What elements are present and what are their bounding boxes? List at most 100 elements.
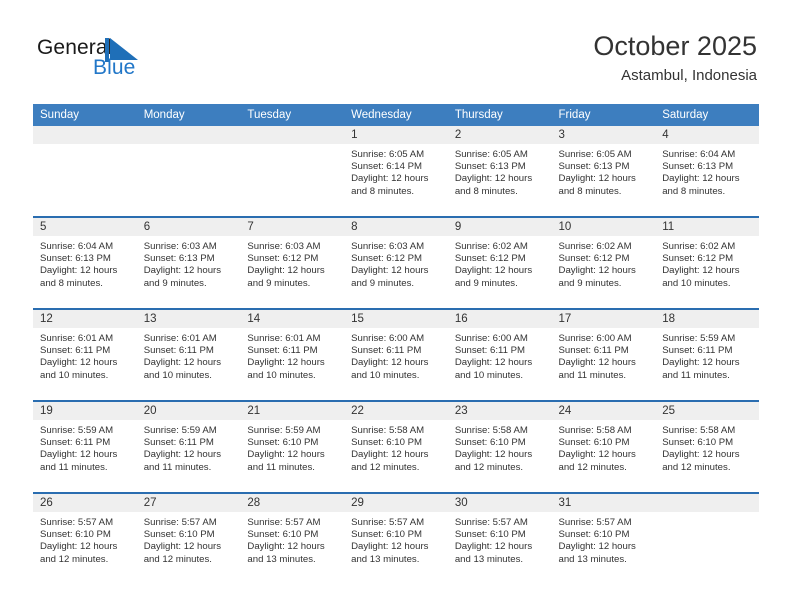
sunset-text: Sunset: 6:12 PM	[247, 253, 319, 265]
sunset-text: Sunset: 6:13 PM	[40, 253, 111, 265]
day-number: 5	[33, 218, 137, 236]
day-cell[interactable]: 18 Sunrise: 5:59 AM Sunset: 6:11 PM Dayl…	[655, 310, 759, 400]
day-cell[interactable]: 7 Sunrise: 6:03 AM Sunset: 6:12 PM Dayli…	[240, 218, 345, 308]
day-details: Sunrise: 6:01 AM Sunset: 6:11 PM Dayligh…	[137, 328, 241, 382]
day-cell[interactable]: 8 Sunrise: 6:03 AM Sunset: 6:12 PM Dayli…	[344, 218, 448, 308]
day-cell[interactable]: 12 Sunrise: 6:01 AM Sunset: 6:11 PM Dayl…	[33, 310, 137, 400]
sunrise-text: Sunrise: 6:03 AM	[247, 241, 321, 252]
day-cell[interactable]: 25 Sunrise: 5:58 AM Sunset: 6:10 PM Dayl…	[655, 402, 759, 492]
week-row: 26 Sunrise: 5:57 AM Sunset: 6:10 PM Dayl…	[33, 492, 759, 584]
sunset-text: Sunset: 6:10 PM	[247, 529, 319, 541]
day-cell[interactable]: 31 Sunrise: 5:57 AM Sunset: 6:10 PM Dayl…	[551, 494, 656, 584]
daylight-text: Daylight: 12 hours and 9 minutes.	[454, 265, 533, 289]
sunset-text: Sunset: 6:11 PM	[662, 345, 733, 357]
day-number: 3	[551, 126, 656, 144]
day-details: Sunrise: 5:57 AM Sunset: 6:10 PM Dayligh…	[344, 512, 448, 566]
day-cell[interactable]: 5 Sunrise: 6:04 AM Sunset: 6:13 PM Dayli…	[33, 218, 137, 308]
day-cell[interactable]: 17 Sunrise: 6:00 AM Sunset: 6:11 PM Dayl…	[551, 310, 656, 400]
day-cell[interactable]: 29 Sunrise: 5:57 AM Sunset: 6:10 PM Dayl…	[344, 494, 448, 584]
day-cell[interactable]: 15 Sunrise: 6:00 AM Sunset: 6:11 PM Dayl…	[344, 310, 448, 400]
day-number	[655, 494, 759, 512]
day-cell[interactable]: 24 Sunrise: 5:58 AM Sunset: 6:10 PM Dayl…	[551, 402, 656, 492]
sunset-text: Sunset: 6:11 PM	[454, 345, 526, 357]
sunset-text: Sunset: 6:10 PM	[40, 529, 111, 541]
week-row: 19 Sunrise: 5:59 AM Sunset: 6:11 PM Dayl…	[33, 400, 759, 492]
day-number: 20	[136, 402, 241, 420]
brand-name-blue: Blue	[93, 56, 136, 79]
day-cell[interactable]: 30 Sunrise: 5:57 AM Sunset: 6:10 PM Dayl…	[447, 494, 552, 584]
day-number: 11	[655, 218, 759, 236]
day-number: 22	[344, 402, 448, 420]
daylight-text: Daylight: 12 hours and 8 minutes.	[351, 173, 429, 197]
day-number: 30	[447, 494, 552, 512]
sunrise-text: Sunrise: 6:05 AM	[454, 149, 528, 160]
daylight-text: Daylight: 12 hours and 12 minutes.	[40, 541, 118, 565]
sunrise-text: Sunrise: 6:01 AM	[143, 333, 217, 344]
sunset-text: Sunset: 6:13 PM	[454, 161, 526, 173]
day-cell[interactable]: 11 Sunrise: 6:02 AM Sunset: 6:12 PM Dayl…	[655, 218, 759, 308]
sunset-text: Sunset: 6:10 PM	[247, 437, 319, 449]
day-number	[33, 126, 137, 144]
day-cell[interactable]: 1 Sunrise: 6:05 AM Sunset: 6:14 PM Dayli…	[344, 126, 448, 216]
day-cell[interactable]: 14 Sunrise: 6:01 AM Sunset: 6:11 PM Dayl…	[240, 310, 345, 400]
sunset-text: Sunset: 6:11 PM	[40, 345, 111, 357]
sunset-text: Sunset: 6:12 PM	[351, 253, 423, 265]
daylight-text: Daylight: 12 hours and 9 minutes.	[351, 265, 429, 289]
calendar-grid: Sunday Monday Tuesday Wednesday Thursday…	[33, 104, 759, 584]
daylight-text: Daylight: 12 hours and 11 minutes.	[662, 357, 740, 381]
daylight-text: Daylight: 12 hours and 11 minutes.	[247, 449, 325, 473]
day-cell[interactable]: 21 Sunrise: 5:59 AM Sunset: 6:10 PM Dayl…	[240, 402, 345, 492]
day-cell[interactable]: 2 Sunrise: 6:05 AM Sunset: 6:13 PM Dayli…	[447, 126, 552, 216]
day-cell[interactable]: 20 Sunrise: 5:59 AM Sunset: 6:11 PM Dayl…	[136, 402, 241, 492]
daylight-text: Daylight: 12 hours and 12 minutes.	[662, 449, 740, 473]
day-details: Sunrise: 5:58 AM Sunset: 6:10 PM Dayligh…	[344, 420, 448, 474]
day-number	[240, 126, 345, 144]
day-details: Sunrise: 5:58 AM Sunset: 6:10 PM Dayligh…	[552, 420, 656, 474]
sunset-text: Sunset: 6:11 PM	[143, 437, 214, 449]
sunset-text: Sunset: 6:11 PM	[351, 345, 422, 357]
day-details: Sunrise: 6:00 AM Sunset: 6:11 PM Dayligh…	[448, 328, 552, 382]
day-number: 14	[240, 310, 345, 328]
day-cell[interactable]: 6 Sunrise: 6:03 AM Sunset: 6:13 PM Dayli…	[136, 218, 241, 308]
sunrise-text: Sunrise: 6:03 AM	[143, 241, 217, 252]
day-details: Sunrise: 5:57 AM Sunset: 6:10 PM Dayligh…	[137, 512, 241, 566]
sunrise-text: Sunrise: 6:00 AM	[454, 333, 528, 344]
day-number: 9	[447, 218, 552, 236]
weekday-header-thursday: Thursday	[454, 109, 503, 121]
day-details: Sunrise: 5:57 AM Sunset: 6:10 PM Dayligh…	[552, 512, 656, 566]
day-number: 13	[136, 310, 241, 328]
week-row: 1 Sunrise: 6:05 AM Sunset: 6:14 PM Dayli…	[33, 126, 759, 216]
day-number: 18	[655, 310, 759, 328]
day-cell[interactable]: 26 Sunrise: 5:57 AM Sunset: 6:10 PM Dayl…	[33, 494, 137, 584]
daylight-text: Daylight: 12 hours and 12 minutes.	[143, 541, 222, 565]
day-details: Sunrise: 5:59 AM Sunset: 6:10 PM Dayligh…	[240, 420, 344, 474]
sunset-text: Sunset: 6:11 PM	[247, 345, 318, 357]
day-cell[interactable]: 28 Sunrise: 5:57 AM Sunset: 6:10 PM Dayl…	[240, 494, 345, 584]
sunset-text: Sunset: 6:13 PM	[662, 161, 734, 173]
day-details: Sunrise: 6:05 AM Sunset: 6:13 PM Dayligh…	[448, 144, 552, 198]
daylight-text: Daylight: 12 hours and 8 minutes.	[662, 173, 740, 197]
day-cell[interactable]: 19 Sunrise: 5:59 AM Sunset: 6:11 PM Dayl…	[33, 402, 137, 492]
day-cell[interactable]: 4 Sunrise: 6:04 AM Sunset: 6:13 PM Dayli…	[655, 126, 759, 216]
day-cell[interactable]: 23 Sunrise: 5:58 AM Sunset: 6:10 PM Dayl…	[447, 402, 552, 492]
day-cell[interactable]: 10 Sunrise: 6:02 AM Sunset: 6:12 PM Dayl…	[551, 218, 656, 308]
day-cell[interactable]: 16 Sunrise: 6:00 AM Sunset: 6:11 PM Dayl…	[447, 310, 552, 400]
sunset-text: Sunset: 6:11 PM	[143, 345, 214, 357]
day-number: 25	[655, 402, 759, 420]
day-details: Sunrise: 6:02 AM Sunset: 6:12 PM Dayligh…	[655, 236, 759, 290]
day-cell[interactable]: 3 Sunrise: 6:05 AM Sunset: 6:13 PM Dayli…	[551, 126, 656, 216]
sunrise-text: Sunrise: 6:04 AM	[40, 241, 114, 252]
day-cell[interactable]: 9 Sunrise: 6:02 AM Sunset: 6:12 PM Dayli…	[447, 218, 552, 308]
day-number	[136, 126, 241, 144]
daylight-text: Daylight: 12 hours and 12 minutes.	[558, 449, 636, 473]
day-details: Sunrise: 6:05 AM Sunset: 6:13 PM Dayligh…	[552, 144, 656, 198]
sunset-text: Sunset: 6:10 PM	[558, 437, 630, 449]
weekday-header-wednesday: Wednesday	[351, 109, 412, 121]
sunset-text: Sunset: 6:12 PM	[454, 253, 526, 265]
sunset-text: Sunset: 6:12 PM	[558, 253, 630, 265]
day-cell[interactable]: 27 Sunrise: 5:57 AM Sunset: 6:10 PM Dayl…	[136, 494, 241, 584]
day-cell[interactable]: 13 Sunrise: 6:01 AM Sunset: 6:11 PM Dayl…	[136, 310, 241, 400]
day-details: Sunrise: 6:05 AM Sunset: 6:14 PM Dayligh…	[344, 144, 448, 198]
brand-logo[interactable]: General Blue	[37, 36, 207, 84]
day-cell[interactable]: 22 Sunrise: 5:58 AM Sunset: 6:10 PM Dayl…	[344, 402, 448, 492]
